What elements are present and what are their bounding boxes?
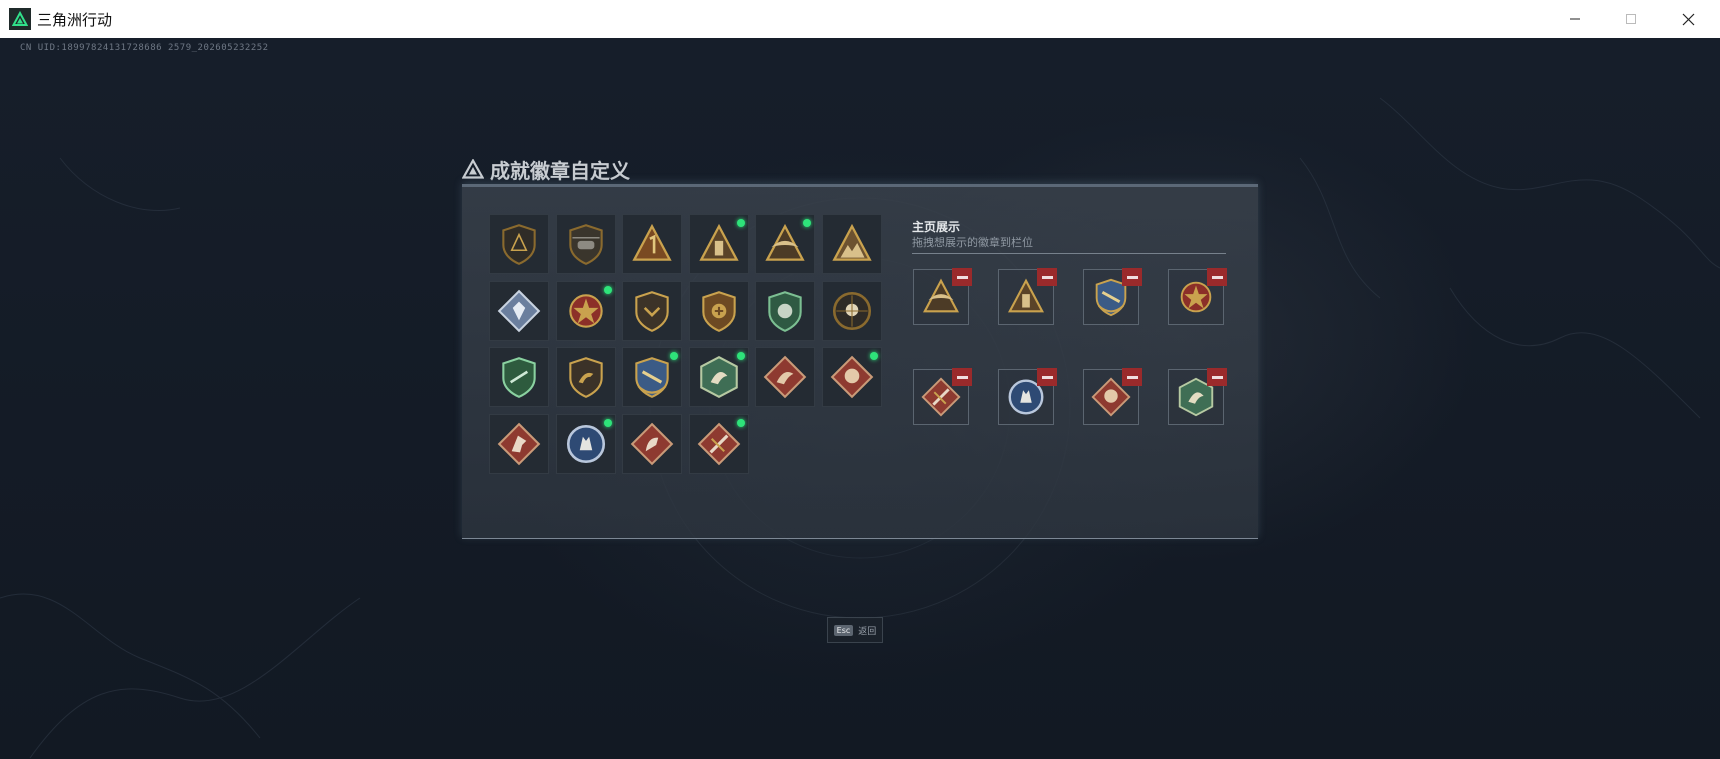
window-title: 三角洲行动 [37, 10, 113, 29]
new-indicator-dot [603, 285, 612, 294]
badge-slot[interactable] [555, 214, 616, 274]
remove-badge-button[interactable] [1122, 368, 1142, 386]
badge-slot[interactable] [755, 214, 815, 274]
green-hexagon-dragon-badge-icon [699, 355, 738, 399]
crystal-diamond-badge-icon [497, 289, 541, 332]
esc-key-hint: Esc [833, 624, 854, 636]
new-indicator-dot [736, 418, 745, 427]
badge-slot[interactable] [622, 347, 682, 407]
badge-slot[interactable] [688, 280, 749, 341]
new-indicator-dot [869, 352, 878, 360]
bottle-triangle-badge-icon [698, 223, 739, 261]
mountain-triangle-badge-icon [831, 223, 872, 261]
minus-icon [1126, 275, 1138, 279]
badge-slot[interactable] [688, 347, 749, 407]
new-indicator-dot [803, 219, 811, 227]
remove-badge-button[interactable] [1037, 368, 1057, 386]
helicopter-badge-icon [568, 224, 603, 265]
red-diamond-weapon-badge-icon [697, 422, 740, 465]
new-indicator-dot [603, 418, 612, 427]
red-diamond-horse-badge-icon [497, 422, 541, 465]
chevron-shield-badge-icon [635, 290, 669, 332]
new-indicator-dot [736, 352, 745, 360]
showcase-slot[interactable] [1083, 268, 1142, 325]
back-label: 返回 [858, 626, 877, 637]
skull-crosshair-badge-icon [832, 291, 871, 330]
minus-icon [1211, 375, 1223, 379]
badge-slot[interactable] [622, 280, 682, 341]
badge-slot[interactable] [755, 280, 815, 341]
showcase-slot[interactable] [913, 268, 972, 325]
new-indicator-dot [736, 219, 745, 227]
badge-slot[interactable] [688, 214, 749, 274]
winged-triangle-badge-icon [765, 223, 805, 261]
minus-icon [1041, 275, 1053, 279]
green-wreath-shield-badge-icon [502, 357, 536, 398]
showcase-subtitle: 拖拽想展示的徽章到栏位 [912, 236, 1033, 249]
back-button[interactable]: Esc 返回 [827, 617, 883, 643]
badge-slot[interactable] [821, 347, 882, 407]
badge-slot[interactable] [555, 413, 616, 474]
minus-icon [956, 375, 968, 379]
remove-badge-button[interactable] [952, 268, 972, 286]
badge-slot[interactable] [555, 347, 616, 407]
delta-logo-icon [462, 159, 484, 179]
minimize-button[interactable] [1547, 0, 1603, 38]
new-indicator-dot [670, 352, 678, 360]
badge-slot[interactable] [622, 214, 682, 274]
badge-slot[interactable] [555, 280, 616, 341]
showcase-slot[interactable] [998, 368, 1057, 425]
showcase-slot[interactable] [998, 268, 1057, 325]
minus-icon [1041, 375, 1053, 379]
red-diamond-beast-badge-icon [830, 355, 873, 399]
blue-shield-wreath-badge-icon [635, 357, 669, 398]
showcase-slot[interactable] [1168, 268, 1227, 325]
minus-icon [1211, 275, 1223, 279]
close-icon [1682, 13, 1694, 25]
badge-slot[interactable] [489, 214, 549, 274]
panel-header: 成就徽章自定义 [462, 154, 630, 184]
badge-slot[interactable] [622, 413, 682, 474]
app-logo-icon [9, 8, 31, 30]
remove-badge-button[interactable] [952, 368, 972, 386]
badge-customize-panel: 主页展示 拖拽想展示的徽章到栏位 [462, 184, 1258, 539]
red-diamond-dragon-badge-icon [763, 355, 807, 399]
badge-slot[interactable] [821, 280, 882, 341]
badge-slot[interactable] [821, 214, 882, 274]
dinosaur-shield-badge-icon [568, 357, 603, 398]
showcase-slot[interactable] [913, 368, 972, 425]
remove-badge-button[interactable] [1207, 368, 1227, 386]
window-titlebar: 三角洲行动 [0, 0, 1720, 39]
showcase-title: 主页展示 [912, 220, 961, 234]
blue-circle-wolf-badge-icon [566, 424, 605, 463]
player-uid: CN UID:18997824131728686 2579_2026052322… [20, 43, 269, 53]
badge-slot[interactable] [489, 413, 549, 474]
badge-slot[interactable] [489, 280, 549, 341]
maximize-icon [1626, 14, 1636, 24]
green-lion-shield-badge-icon [768, 290, 802, 332]
remove-badge-button[interactable] [1207, 268, 1227, 286]
showcase-slot[interactable] [1168, 368, 1227, 425]
showcase-slot[interactable] [1083, 368, 1142, 425]
remove-badge-button[interactable] [1037, 268, 1057, 286]
minimize-icon [1570, 18, 1580, 20]
minus-icon [1126, 375, 1138, 379]
badge-slot[interactable] [755, 347, 815, 407]
triangle-shield-badge-icon [502, 224, 536, 265]
badge-slot[interactable] [688, 413, 749, 474]
red-diamond-stallion-badge-icon [630, 422, 674, 465]
medical-shield-badge-icon [701, 290, 736, 332]
close-button[interactable] [1660, 0, 1716, 38]
maximize-button[interactable] [1603, 0, 1659, 38]
divider [912, 253, 1226, 254]
divider [462, 538, 1258, 539]
number-one-triangle-badge-icon [632, 223, 672, 261]
star-medal-badge-icon [568, 293, 603, 328]
panel-title: 成就徽章自定义 [490, 158, 630, 183]
badge-slot[interactable] [489, 347, 549, 407]
minus-icon [956, 275, 968, 279]
remove-badge-button[interactable] [1122, 268, 1142, 286]
